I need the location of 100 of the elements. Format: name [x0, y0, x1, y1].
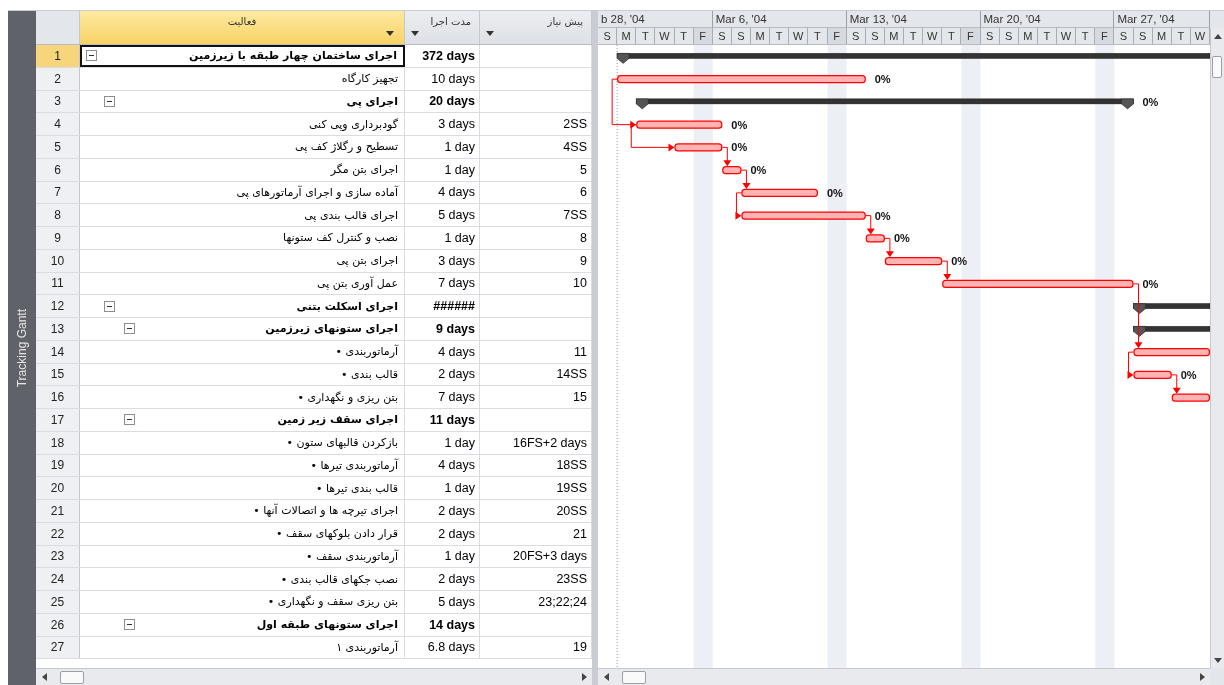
- task-name-cell[interactable]: اجرای بتن مگر: [80, 158, 405, 181]
- task-name-cell[interactable]: نصب و کنترل کف ستونها: [80, 227, 405, 249]
- column-header[interactable]: فعالیت: [80, 11, 405, 44]
- duration-cell: 10 days: [405, 67, 480, 90]
- task-name: آماده سازی و اجرای آرماتورهای پی: [236, 185, 400, 199]
- dependency-arrow: [1133, 283, 1143, 349]
- task-name-cell[interactable]: اجرای سقف زیر زمین: [80, 409, 405, 431]
- task-name-cell[interactable]: گودبرداری وپی کنی: [80, 113, 405, 135]
- timescale-week-label: Mar 13, '04: [846, 11, 981, 28]
- column-header[interactable]: مدت اجرا: [405, 11, 480, 44]
- task-name-cell[interactable]: عمل آوری بتن پی: [80, 272, 405, 295]
- horizontal-scrollbar[interactable]: [36, 668, 592, 685]
- row-number[interactable]: 6: [36, 158, 80, 181]
- row-number[interactable]: 27: [36, 636, 80, 659]
- collapse-button[interactable]: [104, 95, 115, 107]
- task-name-cell[interactable]: تسطیح و رگلاژ کف پی: [80, 136, 405, 158]
- scroll-thumb[interactable]: [622, 671, 646, 684]
- task-name-cell[interactable]: اجرای تیرچه ها و اتصالات آنها •: [80, 500, 405, 522]
- task-name: قالب بندی •: [341, 367, 399, 381]
- row-number[interactable]: 25: [36, 591, 80, 613]
- timescale-day: M: [751, 27, 771, 44]
- row-number[interactable]: 26: [36, 613, 80, 636]
- duration-cell: 372 days: [405, 45, 480, 67]
- timescale-day: T: [942, 27, 962, 44]
- duration-cell: 4 days: [405, 340, 480, 363]
- row-number[interactable]: 7: [36, 181, 80, 204]
- row-number[interactable]: 3: [36, 90, 80, 113]
- timescale-day: W: [1057, 27, 1077, 44]
- task-name-cell[interactable]: قرار دادن بلوکهای سقف •: [80, 522, 405, 545]
- task-name-cell[interactable]: اجرای ستونهای زیرزمین: [80, 318, 405, 340]
- duration-cell: 1 day: [405, 431, 480, 454]
- task-name-cell[interactable]: اجرای اسکلت بتنی: [80, 295, 405, 317]
- task-name-cell[interactable]: قالب بندی تیرها •: [80, 477, 405, 499]
- row-number[interactable]: 11: [36, 272, 80, 295]
- row-number[interactable]: 5: [36, 136, 80, 158]
- task-name-cell[interactable]: بتن ریزی سقف و نگهداری •: [80, 591, 405, 613]
- row-number[interactable]: 18: [36, 431, 80, 454]
- task-name-cell[interactable]: اجرای ساختمان چهار طبقه با زیرزمین: [80, 45, 405, 67]
- row-number[interactable]: 2: [36, 67, 80, 90]
- task-name-cell[interactable]: آماده سازی و اجرای آرماتورهای پی: [80, 181, 405, 204]
- row-number[interactable]: 16: [36, 386, 80, 408]
- row-number[interactable]: 8: [36, 204, 80, 226]
- task-name-cell[interactable]: آرماتوربندی ۱: [80, 636, 405, 659]
- duration-cell: 1 day: [405, 136, 480, 158]
- horizontal-scrollbar[interactable]: [598, 668, 1210, 685]
- row-number[interactable]: 24: [36, 568, 80, 590]
- collapse-button[interactable]: [124, 414, 135, 426]
- task-name-cell[interactable]: بتن ریزی و نگهداری •: [80, 386, 405, 408]
- row-number[interactable]: 10: [36, 249, 80, 272]
- task-name-cell[interactable]: قالب بندی •: [80, 363, 405, 386]
- timescale-day: S: [865, 27, 885, 44]
- timescale-day: T: [636, 27, 656, 44]
- progress-label: 0%: [731, 118, 748, 131]
- scroll-thumb[interactable]: [60, 671, 84, 684]
- task-name-cell[interactable]: نصب جکهای قالب بندی •: [80, 568, 405, 590]
- task-name-cell[interactable]: تجهیز کارگاه: [80, 67, 405, 90]
- duration-cell: 1 day: [405, 227, 480, 249]
- timescale-day: W: [655, 27, 675, 44]
- duration-cell: 14 days: [405, 613, 480, 636]
- task-name-cell[interactable]: بازکردن قالبهای ستون •: [80, 431, 405, 454]
- task-name-cell[interactable]: اجرای پی: [80, 90, 405, 113]
- collapse-button[interactable]: [124, 323, 135, 335]
- task-name-cell[interactable]: اجرای قالب بندی پی: [80, 204, 405, 226]
- row-number[interactable]: 19: [36, 454, 80, 477]
- row-number[interactable]: 14: [36, 340, 80, 363]
- collapse-button[interactable]: [104, 300, 115, 312]
- dependency-arrow: [1171, 374, 1181, 394]
- row-number[interactable]: 15: [36, 363, 80, 386]
- task-name-cell[interactable]: آرماتوربندی تیرها •: [80, 454, 405, 477]
- row-number[interactable]: 23: [36, 545, 80, 568]
- task-bar: [884, 257, 943, 266]
- task-name-cell[interactable]: آرماتوربندی سقف •: [80, 545, 405, 568]
- row-number[interactable]: 9: [36, 227, 80, 249]
- scroll-thumb[interactable]: [1212, 56, 1222, 78]
- collapse-button[interactable]: [124, 619, 135, 631]
- task-name-cell[interactable]: آرماتوربندی •: [80, 340, 405, 363]
- task-bar: [1171, 393, 1210, 402]
- timescale-day: S: [999, 27, 1019, 44]
- task-name: اجرای بتن پی: [336, 254, 399, 268]
- collapse-button[interactable]: [86, 50, 97, 62]
- task-name: اجرای ستونهای طبقه اول: [256, 618, 399, 632]
- row-number[interactable]: 21: [36, 500, 80, 522]
- vertical-scrollbar[interactable]: [1210, 28, 1224, 668]
- task-name: اجرای بتن مگر: [330, 163, 399, 177]
- row-number[interactable]: 17: [36, 409, 80, 431]
- view-bar-label[interactable]: Tracking Gantt: [15, 308, 29, 388]
- row-number[interactable]: 4: [36, 113, 80, 135]
- column-header[interactable]: پیش نیاز: [480, 11, 592, 44]
- timescale-week-label: b 28, '04: [598, 11, 713, 28]
- row-number[interactable]: 12: [36, 295, 80, 317]
- task-name-cell[interactable]: اجرای ستونهای طبقه اول: [80, 613, 405, 636]
- duration-cell: 7 days: [405, 386, 480, 408]
- row-number[interactable]: 13: [36, 318, 80, 340]
- progress-label: 0%: [826, 186, 843, 199]
- task-name: نصب جکهای قالب بندی •: [280, 572, 399, 586]
- task-name: اجرای تیرچه ها و اتصالات آنها •: [253, 504, 399, 518]
- row-number[interactable]: 1: [36, 45, 80, 67]
- row-number[interactable]: 20: [36, 477, 80, 499]
- task-name-cell[interactable]: اجرای بتن پی: [80, 249, 405, 272]
- row-number[interactable]: 22: [36, 522, 80, 545]
